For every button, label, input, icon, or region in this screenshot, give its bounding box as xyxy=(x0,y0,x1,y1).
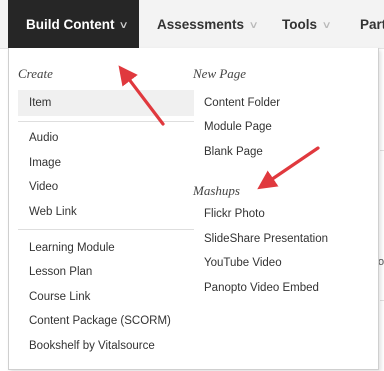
background-divider xyxy=(380,150,384,151)
mashups-section-title: Mashups xyxy=(193,183,240,198)
menu-item-flickr-photo[interactable]: Flickr Photo xyxy=(204,206,265,222)
menu-item-image[interactable]: Image xyxy=(29,155,61,171)
assessments-menu[interactable]: Assessments ∨ xyxy=(157,0,259,48)
partner-label: Part xyxy=(360,17,384,32)
background-divider xyxy=(380,300,384,301)
divider xyxy=(18,121,194,122)
chevron-down-icon: ∨ xyxy=(119,20,130,31)
chevron-down-icon: ∨ xyxy=(321,20,332,31)
course-menu-bar: Build Content ∨ Assessments ∨ Tools ∨ Part xyxy=(0,0,384,49)
menu-item-content-package[interactable]: Content Package (SCORM) xyxy=(29,313,171,329)
chevron-down-icon: ∨ xyxy=(248,20,259,31)
menu-item-content-folder[interactable]: Content Folder xyxy=(204,95,280,111)
menu-item-learning-module[interactable]: Learning Module xyxy=(29,240,115,256)
divider xyxy=(18,229,194,230)
menu-item-item[interactable]: Item xyxy=(18,90,194,116)
partner-menu[interactable]: Part xyxy=(360,0,384,48)
menu-item-web-link[interactable]: Web Link xyxy=(29,204,77,220)
menu-item-blank-page[interactable]: Blank Page xyxy=(204,144,263,160)
menu-item-bookshelf[interactable]: Bookshelf by Vitalsource xyxy=(29,338,155,354)
build-content-label: Build Content xyxy=(26,17,115,32)
tools-menu[interactable]: Tools ∨ xyxy=(282,0,332,48)
menu-item-youtube-video[interactable]: YouTube Video xyxy=(204,255,282,271)
build-content-menu[interactable]: Build Content ∨ xyxy=(8,0,139,48)
build-content-dropdown: Create Item Audio Image Video Web Link L… xyxy=(8,48,379,370)
menu-item-video[interactable]: Video xyxy=(29,179,58,195)
menu-item-lesson-plan[interactable]: Lesson Plan xyxy=(29,264,92,280)
menu-item-slideshare[interactable]: SlideShare Presentation xyxy=(204,231,328,247)
tools-label: Tools xyxy=(282,17,317,32)
menu-item-module-page[interactable]: Module Page xyxy=(204,119,272,135)
create-section-title: Create xyxy=(18,66,53,81)
new-page-section-title: New Page xyxy=(193,66,247,81)
menu-item-panopto-video[interactable]: Panopto Video Embed xyxy=(204,280,319,296)
assessments-label: Assessments xyxy=(157,17,245,32)
menu-item-audio[interactable]: Audio xyxy=(29,130,58,146)
menu-item-course-link[interactable]: Course Link xyxy=(29,289,90,305)
